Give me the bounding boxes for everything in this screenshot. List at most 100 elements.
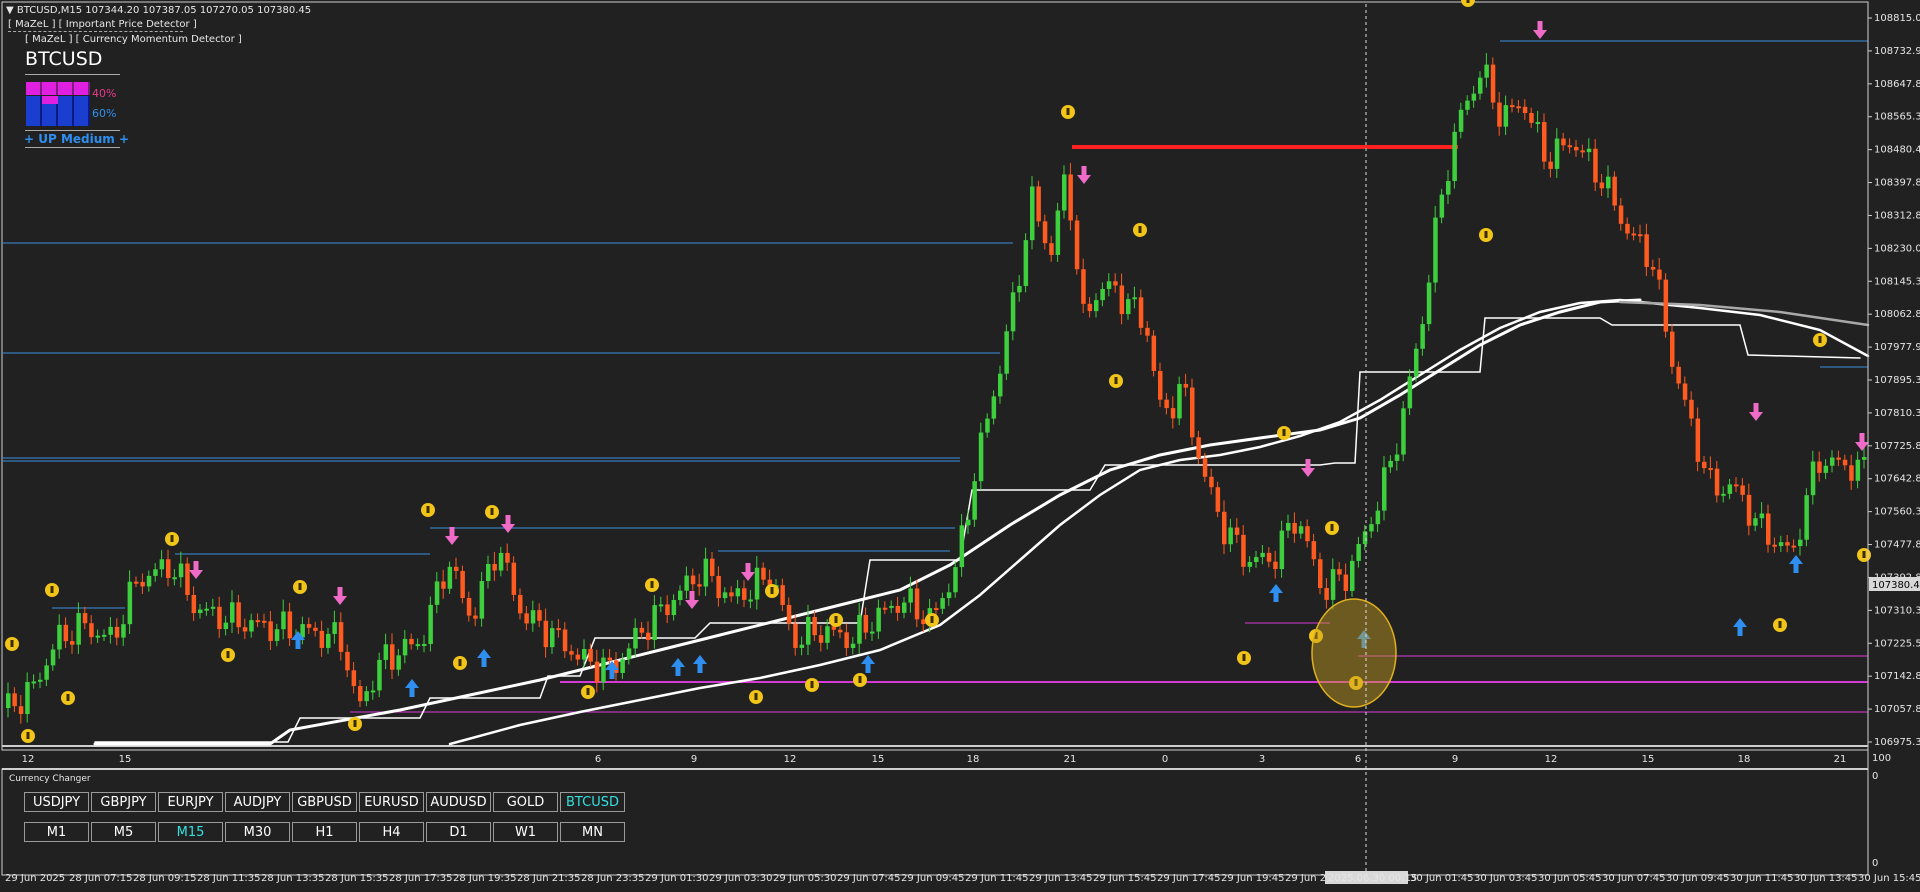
candle-body [844, 632, 849, 648]
signal-coin-mark [810, 681, 814, 688]
timeframe-button-h1[interactable]: H1 [292, 822, 357, 842]
candle-body [1535, 122, 1541, 125]
currency-button-audusd[interactable]: AUDUSD [426, 792, 491, 812]
candle-body [1842, 459, 1848, 466]
price-tick-label: 108565.30 [1874, 112, 1920, 123]
candle-body [953, 567, 958, 593]
candle-body [703, 558, 709, 587]
bottom-axis-label: 0 [1872, 858, 1878, 869]
currency-button-audjpy[interactable]: AUDJPY [225, 792, 290, 812]
price-tick-label: 107895.30 [1874, 375, 1920, 386]
currency-button-usdjpy[interactable]: USDJPY [24, 792, 89, 812]
bottom-axis-label: 100 [1872, 753, 1891, 764]
timeframe-button-m30[interactable]: M30 [225, 822, 290, 842]
time-tick-label: 30 Jun 05:45 [1538, 873, 1602, 884]
candle-body [684, 575, 689, 591]
bar-axis-label: 6 [595, 754, 601, 765]
candle-body [1759, 513, 1765, 519]
candle-body [1394, 454, 1400, 461]
candle-body [1094, 300, 1099, 312]
price-chart[interactable]: 108815.05 108732.90 108647.80 108565.30 1084… [0, 0, 1920, 892]
candle-body [198, 609, 203, 614]
price-tick-label: 108732.90 [1874, 46, 1920, 57]
time-tick-label: 28 Jun 21:35 [517, 873, 581, 884]
timeframe-button-d1[interactable]: D1 [426, 822, 491, 842]
time-tick-label: 29 Jun 17:45 [1157, 873, 1221, 884]
price-levels [2, 40, 1868, 713]
signal-coin-mark [834, 616, 838, 623]
bull-percent: 60% [92, 107, 117, 120]
bar-axis-label: 12 [1545, 754, 1558, 765]
timeframe-button-h4[interactable]: H4 [359, 822, 424, 842]
candle-body [620, 659, 625, 673]
currency-button-btcusd[interactable]: BTCUSD [560, 792, 625, 812]
currency-button-gbpusd[interactable]: GBPUSD [292, 792, 357, 812]
currency-button-gold[interactable]: GOLD [493, 792, 558, 812]
candle-body [1452, 131, 1457, 181]
currency-button-eurusd[interactable]: EURUSD [359, 792, 424, 812]
candle-body [242, 627, 248, 632]
candle-body [678, 590, 683, 600]
momentum-bar-bull [26, 96, 90, 126]
timeframe-button-w1[interactable]: W1 [493, 822, 558, 842]
bar-axis-label: 18 [1738, 754, 1751, 765]
sell-arrow-icon [1749, 403, 1763, 421]
candle-body [786, 604, 792, 624]
timeframe-button-m1[interactable]: M1 [24, 822, 89, 842]
candle-body [812, 616, 817, 636]
price-tick-label: 107310.30 [1874, 605, 1920, 616]
candle-body [1337, 569, 1342, 575]
candle-body [140, 581, 145, 587]
candle-body [946, 592, 952, 599]
candle-body [1727, 484, 1733, 494]
bar-axis-label: 9 [1452, 754, 1458, 765]
signal-coin-mark [1282, 429, 1286, 436]
price-tick-label: 107477.80 [1874, 540, 1920, 551]
candle-body [1126, 299, 1131, 315]
candle-body [95, 635, 101, 638]
timeframe-button-mn[interactable]: MN [560, 822, 625, 842]
candle-body [1247, 561, 1253, 567]
buy-arrow-icon [693, 655, 707, 673]
price-tick-label: 107560.30 [1874, 507, 1920, 518]
candle-body [18, 706, 24, 715]
candle-body [1746, 494, 1752, 526]
currency-button-gbpjpy[interactable]: GBPJPY [91, 792, 156, 812]
candle-body [1177, 383, 1182, 419]
candle-body [466, 598, 472, 616]
candle-body [1356, 543, 1361, 561]
candle-body [882, 607, 888, 610]
candle-body [972, 481, 977, 520]
signal-coin-mark [858, 676, 862, 683]
signal-coin-mark [1778, 621, 1782, 628]
sell-arrow-icon [741, 563, 755, 581]
candle-body [223, 622, 229, 630]
candle-body [1292, 522, 1297, 534]
candle-body [383, 644, 389, 660]
currency-button-eurjpy[interactable]: EURJPY [158, 792, 223, 812]
candle-body [6, 693, 11, 708]
candle-body [479, 581, 485, 619]
candle-body [127, 581, 133, 625]
candle-body [940, 598, 945, 609]
timeframe-button-m5[interactable]: M5 [91, 822, 156, 842]
candle-body [1695, 418, 1701, 462]
bar-axis-label: 21 [1064, 754, 1077, 765]
candle-body [857, 614, 862, 644]
symbol-info: ▼ BTCUSD,M15 107344.20 107387.05 107270.… [6, 5, 312, 16]
candle-body [498, 552, 504, 571]
time-tick-label: 30 Jun 03:45 [1474, 873, 1538, 884]
candle-body [268, 621, 273, 641]
candle-body [1465, 100, 1470, 110]
price-tick-label: 108145.30 [1874, 276, 1920, 287]
timeframe-button-m15[interactable]: M15 [158, 822, 223, 842]
candle-body [25, 682, 30, 715]
time-tick-label: 28 Jun 13:35 [261, 873, 325, 884]
price-tick-label: 106975.30 [1874, 737, 1920, 748]
indicator-label-2: [ MaZeL ] [ Currency Momentum Detector ] [25, 34, 242, 45]
candle-body [1222, 511, 1227, 545]
candle-body [588, 649, 593, 662]
signal-coin-mark [298, 583, 302, 590]
candle-body [1017, 285, 1022, 293]
candle-body [1471, 93, 1477, 101]
